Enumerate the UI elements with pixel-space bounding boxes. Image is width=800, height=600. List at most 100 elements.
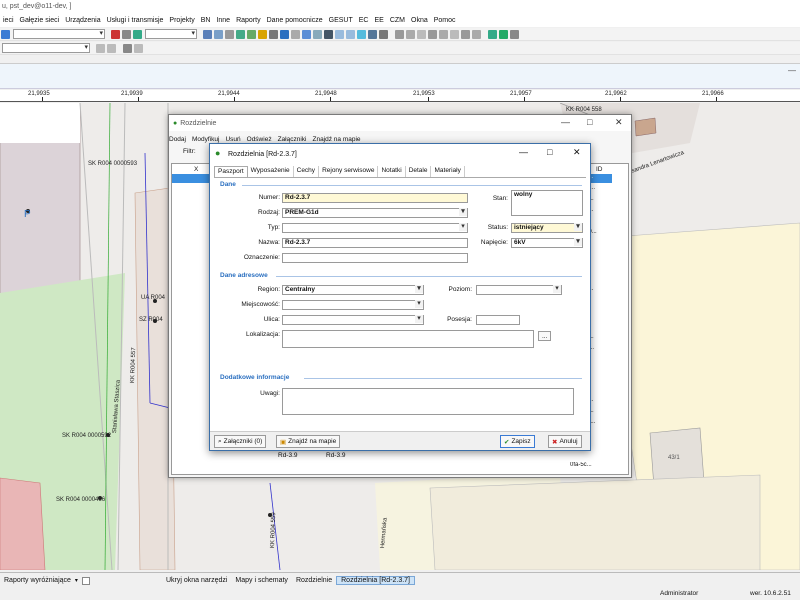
attachments-button[interactable]: Załączniki bbox=[278, 136, 307, 143]
refresh-icon[interactable] bbox=[133, 29, 142, 39]
pen-icon[interactable] bbox=[96, 43, 105, 53]
column-header-id[interactable]: ID bbox=[596, 166, 603, 173]
typ-select[interactable] bbox=[282, 223, 468, 233]
print-icon[interactable] bbox=[122, 29, 131, 39]
checkbox[interactable] bbox=[81, 576, 90, 585]
nazwa-field[interactable]: Rd-2.3.7 bbox=[282, 238, 468, 248]
tab-materialy[interactable]: Materiały bbox=[431, 166, 465, 177]
hide-tools-tab[interactable]: Ukryj okna narzędzi bbox=[162, 577, 231, 584]
poziom-select[interactable] bbox=[476, 285, 562, 295]
rozdzielnie-tab[interactable]: Rozdzielnie bbox=[292, 577, 336, 584]
menu-item[interactable]: Urządzenia bbox=[62, 17, 103, 24]
options-icon[interactable] bbox=[134, 43, 143, 53]
miejscowosc-select[interactable] bbox=[282, 300, 424, 310]
tab-rejony[interactable]: Rejony serwisowe bbox=[319, 166, 379, 177]
menu-item[interactable]: Gałęzie sieci bbox=[17, 17, 63, 24]
minimize-icon[interactable]: — bbox=[561, 117, 570, 127]
snap-icon[interactable] bbox=[107, 43, 116, 53]
merge-icon[interactable] bbox=[439, 29, 448, 39]
scale-combo[interactable] bbox=[145, 29, 197, 39]
grid-icon[interactable] bbox=[214, 29, 223, 39]
search-combo[interactable] bbox=[13, 29, 105, 39]
move-icon[interactable] bbox=[461, 29, 470, 39]
menu-item[interactable]: Pomoc bbox=[431, 17, 459, 24]
gps-icon[interactable] bbox=[488, 29, 497, 39]
close-icon[interactable]: ✕ bbox=[573, 147, 581, 158]
menu-item[interactable]: ieci bbox=[0, 17, 17, 24]
search-icon[interactable] bbox=[1, 29, 10, 39]
export-icon[interactable] bbox=[236, 29, 245, 39]
tab-detale[interactable]: Detale bbox=[406, 166, 432, 177]
menu-item[interactable]: EC bbox=[356, 17, 372, 24]
view-icon[interactable] bbox=[269, 29, 278, 39]
column-header-x[interactable]: X bbox=[194, 166, 198, 173]
tab-notatki[interactable]: Notatki bbox=[378, 166, 406, 177]
attachments-button[interactable]: ⌕ Załączniki (0) bbox=[214, 435, 267, 448]
rotate-icon[interactable] bbox=[472, 29, 481, 39]
frame-icon[interactable] bbox=[313, 29, 322, 39]
minimize-icon[interactable]: — bbox=[519, 147, 528, 157]
select-icon[interactable] bbox=[324, 29, 333, 39]
oznaczenie-field[interactable] bbox=[282, 253, 468, 263]
find-on-map-button[interactable]: Znajdź na mapie bbox=[312, 136, 360, 143]
menu-item[interactable]: Raporty bbox=[233, 17, 264, 24]
tab-paszport[interactable]: Paszport bbox=[214, 166, 248, 177]
status-select[interactable]: istniejący bbox=[511, 223, 583, 233]
delete-icon[interactable] bbox=[417, 29, 426, 39]
numer-field[interactable]: Rd-2.3.7 bbox=[282, 193, 468, 203]
delete-button[interactable]: Usuń bbox=[225, 136, 240, 143]
menu-item[interactable]: GESUT bbox=[326, 17, 356, 24]
pan-icon[interactable] bbox=[357, 29, 366, 39]
chart-icon[interactable] bbox=[302, 29, 311, 39]
cut-icon[interactable] bbox=[428, 29, 437, 39]
menu-item[interactable]: EE bbox=[371, 17, 386, 24]
active-dialog-tab[interactable]: Rozdzielnia [Rd-2.3.7] bbox=[336, 576, 415, 585]
maximize-icon[interactable]: □ bbox=[547, 147, 552, 157]
napiecie-select[interactable]: 6kV bbox=[511, 238, 583, 248]
posesja-field[interactable] bbox=[476, 315, 520, 325]
table-icon[interactable] bbox=[203, 29, 212, 39]
menu-item[interactable]: Inne bbox=[213, 17, 233, 24]
add-button[interactable]: Dodaj bbox=[169, 136, 186, 143]
modify-button[interactable]: Modyfikuj bbox=[192, 136, 219, 143]
lokalizacja-more-button[interactable]: ... bbox=[538, 331, 552, 341]
find-on-map-button[interactable]: ▣ Znajdź na mapie bbox=[276, 435, 341, 448]
info-icon[interactable] bbox=[280, 29, 289, 39]
region-select[interactable]: Centralny bbox=[282, 285, 424, 295]
node-icon[interactable] bbox=[395, 29, 404, 39]
maps-tab[interactable]: Mapy i schematy bbox=[231, 577, 292, 584]
link-icon[interactable] bbox=[123, 43, 132, 53]
menu-item[interactable]: Projekty bbox=[166, 17, 197, 24]
reports-dropdown[interactable]: Raporty wyróżniające bbox=[0, 577, 75, 584]
chevron-down-icon[interactable]: ▾ bbox=[75, 577, 78, 584]
globe-icon[interactable] bbox=[499, 29, 508, 39]
tab-wyposazenie[interactable]: Wyposażenie bbox=[248, 166, 294, 177]
zoom-out-icon[interactable] bbox=[346, 29, 355, 39]
layer-combo[interactable] bbox=[2, 43, 90, 53]
measure-icon[interactable] bbox=[368, 29, 377, 39]
cancel-button[interactable]: ✖ Anuluj bbox=[548, 435, 582, 448]
close-icon[interactable]: ✕ bbox=[615, 117, 623, 128]
line-icon[interactable] bbox=[406, 29, 415, 39]
highlight-icon[interactable] bbox=[258, 29, 267, 39]
minimize-icon[interactable]: — bbox=[788, 66, 796, 75]
tab-cechy[interactable]: Cechy bbox=[294, 166, 320, 177]
map-icon[interactable] bbox=[247, 29, 256, 39]
uwagi-field[interactable] bbox=[282, 388, 574, 415]
doc-icon[interactable] bbox=[291, 29, 300, 39]
layer-icon[interactable] bbox=[111, 29, 120, 39]
menu-item[interactable]: Usługi i transmisje bbox=[104, 17, 167, 24]
menu-item[interactable]: Dane pomocnicze bbox=[264, 17, 326, 24]
refresh-button[interactable]: Odśwież bbox=[247, 136, 272, 143]
settings-icon[interactable] bbox=[510, 29, 519, 39]
ulica-select[interactable] bbox=[282, 315, 424, 325]
lokalizacja-field[interactable] bbox=[282, 330, 534, 348]
stan-field[interactable]: wolny bbox=[511, 190, 583, 216]
stack-icon[interactable] bbox=[225, 29, 234, 39]
rodzaj-select[interactable]: PREM-G1d bbox=[282, 208, 468, 218]
menu-item[interactable]: Okna bbox=[408, 17, 431, 24]
area-icon[interactable] bbox=[379, 29, 388, 39]
zoom-in-icon[interactable] bbox=[335, 29, 344, 39]
maximize-icon[interactable]: □ bbox=[587, 117, 592, 127]
menu-item[interactable]: BN bbox=[198, 17, 214, 24]
